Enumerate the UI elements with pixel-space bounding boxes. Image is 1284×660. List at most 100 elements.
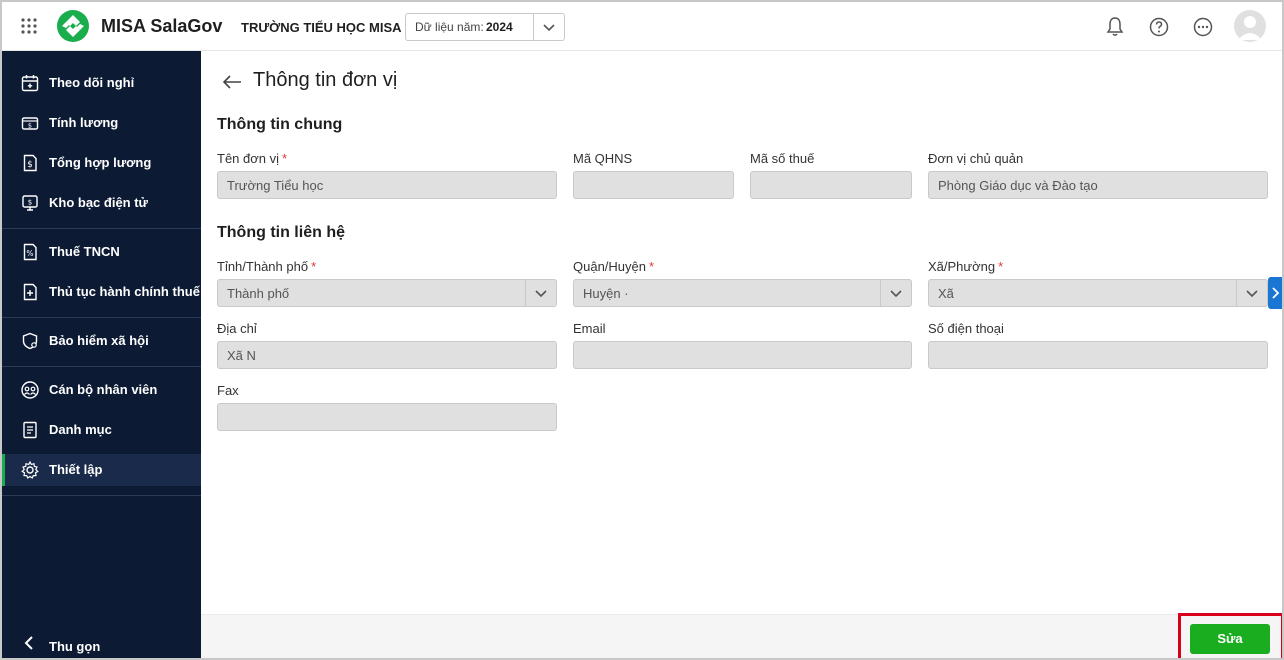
tax-procedure-icon <box>23 283 37 301</box>
sidebar-item-label: Thiết lập <box>49 462 103 477</box>
gear-icon <box>21 460 39 479</box>
help-icon[interactable] <box>1147 15 1171 39</box>
phone-label: Số điện thoại <box>928 321 1004 336</box>
side-panel-toggle[interactable] <box>1268 277 1282 309</box>
bell-icon[interactable] <box>1103 15 1127 39</box>
ward-label-text: Xã/Phường <box>928 259 996 274</box>
sidebar-item-label: Cán bộ nhân viên <box>49 382 158 397</box>
ward-label: Xã/Phường * <box>928 259 1003 274</box>
sidebar-item-label: Theo dõi nghỉ <box>49 75 135 90</box>
shield-icon <box>22 332 38 350</box>
sidebar-item-label: Bảo hiểm xã hội <box>49 333 149 348</box>
calendar-icon <box>21 75 39 92</box>
ward-select-value: Xã <box>938 286 954 301</box>
select-divider <box>525 280 526 306</box>
district-label-text: Quận/Huyện <box>573 259 646 274</box>
address-field[interactable]: Xã N <box>217 341 557 369</box>
year-select-label: Dữ liệu năm: <box>415 20 484 34</box>
parent-unit-field[interactable]: Phòng Giáo dục và Đào tạo <box>928 171 1268 199</box>
section-general-title: Thông tin chung <box>217 116 343 133</box>
sidebar-item-can-bo-nhan-vien[interactable]: Cán bộ nhân viên <box>2 374 201 406</box>
address-label: Địa chỉ <box>217 321 257 336</box>
sidebar-divider <box>2 317 201 318</box>
chevron-down-icon <box>890 290 902 298</box>
sidebar-item-bao-hiem-xa-hoi[interactable]: Bảo hiểm xã hội <box>2 325 201 357</box>
required-mark: * <box>282 151 288 166</box>
tax-code-field[interactable] <box>750 171 912 199</box>
apps-grid-icon[interactable] <box>20 17 38 35</box>
district-select[interactable]: Huyện · <box>573 279 912 307</box>
chevron-down-icon <box>1246 290 1258 298</box>
list-icon <box>23 421 37 439</box>
select-divider <box>880 280 881 306</box>
app-window: MISA SalaGov TRƯỜNG TIỂU HỌC MISA Dữ liệ… <box>0 0 1284 660</box>
sidebar-item-tong-hop-luong[interactable]: $ Tổng hợp lương <box>2 147 201 179</box>
sidebar-item-label: Tính lương <box>49 115 119 130</box>
app-name: MISA SalaGov <box>101 16 223 36</box>
year-select-divider <box>533 14 534 40</box>
avatar[interactable] <box>1234 10 1266 42</box>
chevron-left-icon <box>24 636 33 650</box>
sidebar-item-label: Tổng hợp lương <box>49 155 152 170</box>
qhns-code-label: Mã QHNS <box>573 151 633 166</box>
sidebar-item-label: Thủ tục hành chính thuế <box>49 284 200 299</box>
sidebar-divider <box>2 228 201 229</box>
qhns-code-field[interactable] <box>573 171 734 199</box>
footer-bar <box>201 614 1282 658</box>
page-title: Thông tin đơn vị <box>253 69 398 91</box>
svg-text:$: $ <box>28 122 32 130</box>
sidebar-item-theo-doi-nghi[interactable]: Theo dõi nghỉ <box>2 67 201 99</box>
year-select[interactable]: Dữ liệu năm: 2024 <box>405 13 565 41</box>
district-label: Quận/Huyện * <box>573 259 654 274</box>
more-icon[interactable] <box>1191 15 1215 39</box>
sidebar-collapse-button[interactable]: Thu gọn <box>2 627 201 658</box>
province-select[interactable]: Thành phố <box>217 279 557 307</box>
chevron-right-icon <box>1272 287 1280 299</box>
chevron-down-icon <box>535 290 547 298</box>
phone-field[interactable] <box>928 341 1268 369</box>
chevron-down-icon <box>543 24 555 32</box>
year-select-value: 2024 <box>486 20 513 34</box>
ward-select[interactable]: Xã <box>928 279 1268 307</box>
sidebar-item-tinh-luong[interactable]: $ Tính lương <box>2 107 201 139</box>
required-mark: * <box>311 259 317 274</box>
province-label-text: Tỉnh/Thành phố <box>217 259 309 274</box>
fax-label: Fax <box>217 383 239 398</box>
tax-doc-icon: % <box>23 243 37 261</box>
unit-name-label-text: Tên đơn vị <box>217 151 279 166</box>
sidebar-item-thu-tuc-hanh-chinh-thue[interactable]: Thủ tục hành chính thuế <box>2 276 201 308</box>
required-mark: * <box>998 259 1004 274</box>
select-divider <box>1236 280 1237 306</box>
main-content: Thông tin đơn vị Thông tin chung Tên đơn… <box>201 51 1282 614</box>
tax-code-label: Mã số thuế <box>750 151 815 166</box>
sidebar-divider <box>2 495 201 496</box>
fax-field[interactable] <box>217 403 557 431</box>
sidebar-item-kho-bac-dien-tu[interactable]: $ Kho bạc điện tử <box>2 187 201 219</box>
dollar-doc-icon: $ <box>23 154 37 172</box>
svg-text:$: $ <box>28 199 32 207</box>
sidebar-item-label: Thuế TNCN <box>49 244 120 259</box>
collapse-label: Thu gọn <box>49 639 101 654</box>
sidebar-item-danh-muc[interactable]: Danh mục <box>2 414 201 446</box>
district-select-value: Huyện · <box>583 286 629 301</box>
unit-name-label: Tên đơn vị * <box>217 151 287 166</box>
org-name: TRƯỜNG TIỂU HỌC MISA <box>241 20 402 35</box>
sidebar-item-label: Kho bạc điện tử <box>49 195 148 210</box>
top-bar: MISA SalaGov TRƯỜNG TIỂU HỌC MISA Dữ liệ… <box>2 2 1282 51</box>
province-label: Tỉnh/Thành phố * <box>217 259 316 274</box>
email-field[interactable] <box>573 341 912 369</box>
unit-name-field[interactable]: Trường Tiểu học <box>217 171 557 199</box>
svg-text:$: $ <box>27 160 33 170</box>
sidebar-item-thue-tncn[interactable]: % Thuế TNCN <box>2 236 201 268</box>
treasury-icon: $ <box>22 195 38 211</box>
people-icon <box>21 381 39 399</box>
sidebar-item-label: Danh mục <box>49 422 112 437</box>
province-select-value: Thành phố <box>227 286 290 301</box>
sidebar-item-thiet-lap[interactable]: Thiết lập <box>2 454 201 486</box>
edit-button[interactable]: Sửa <box>1190 624 1270 654</box>
sidebar: Theo dõi nghỉ $ Tính lương $ Tổng hợp lư… <box>2 51 201 658</box>
parent-unit-label: Đơn vị chủ quản <box>928 151 1024 166</box>
back-arrow-icon[interactable] <box>221 73 243 91</box>
email-label: Email <box>573 321 606 336</box>
section-contact-title: Thông tin liên hệ <box>217 224 345 241</box>
